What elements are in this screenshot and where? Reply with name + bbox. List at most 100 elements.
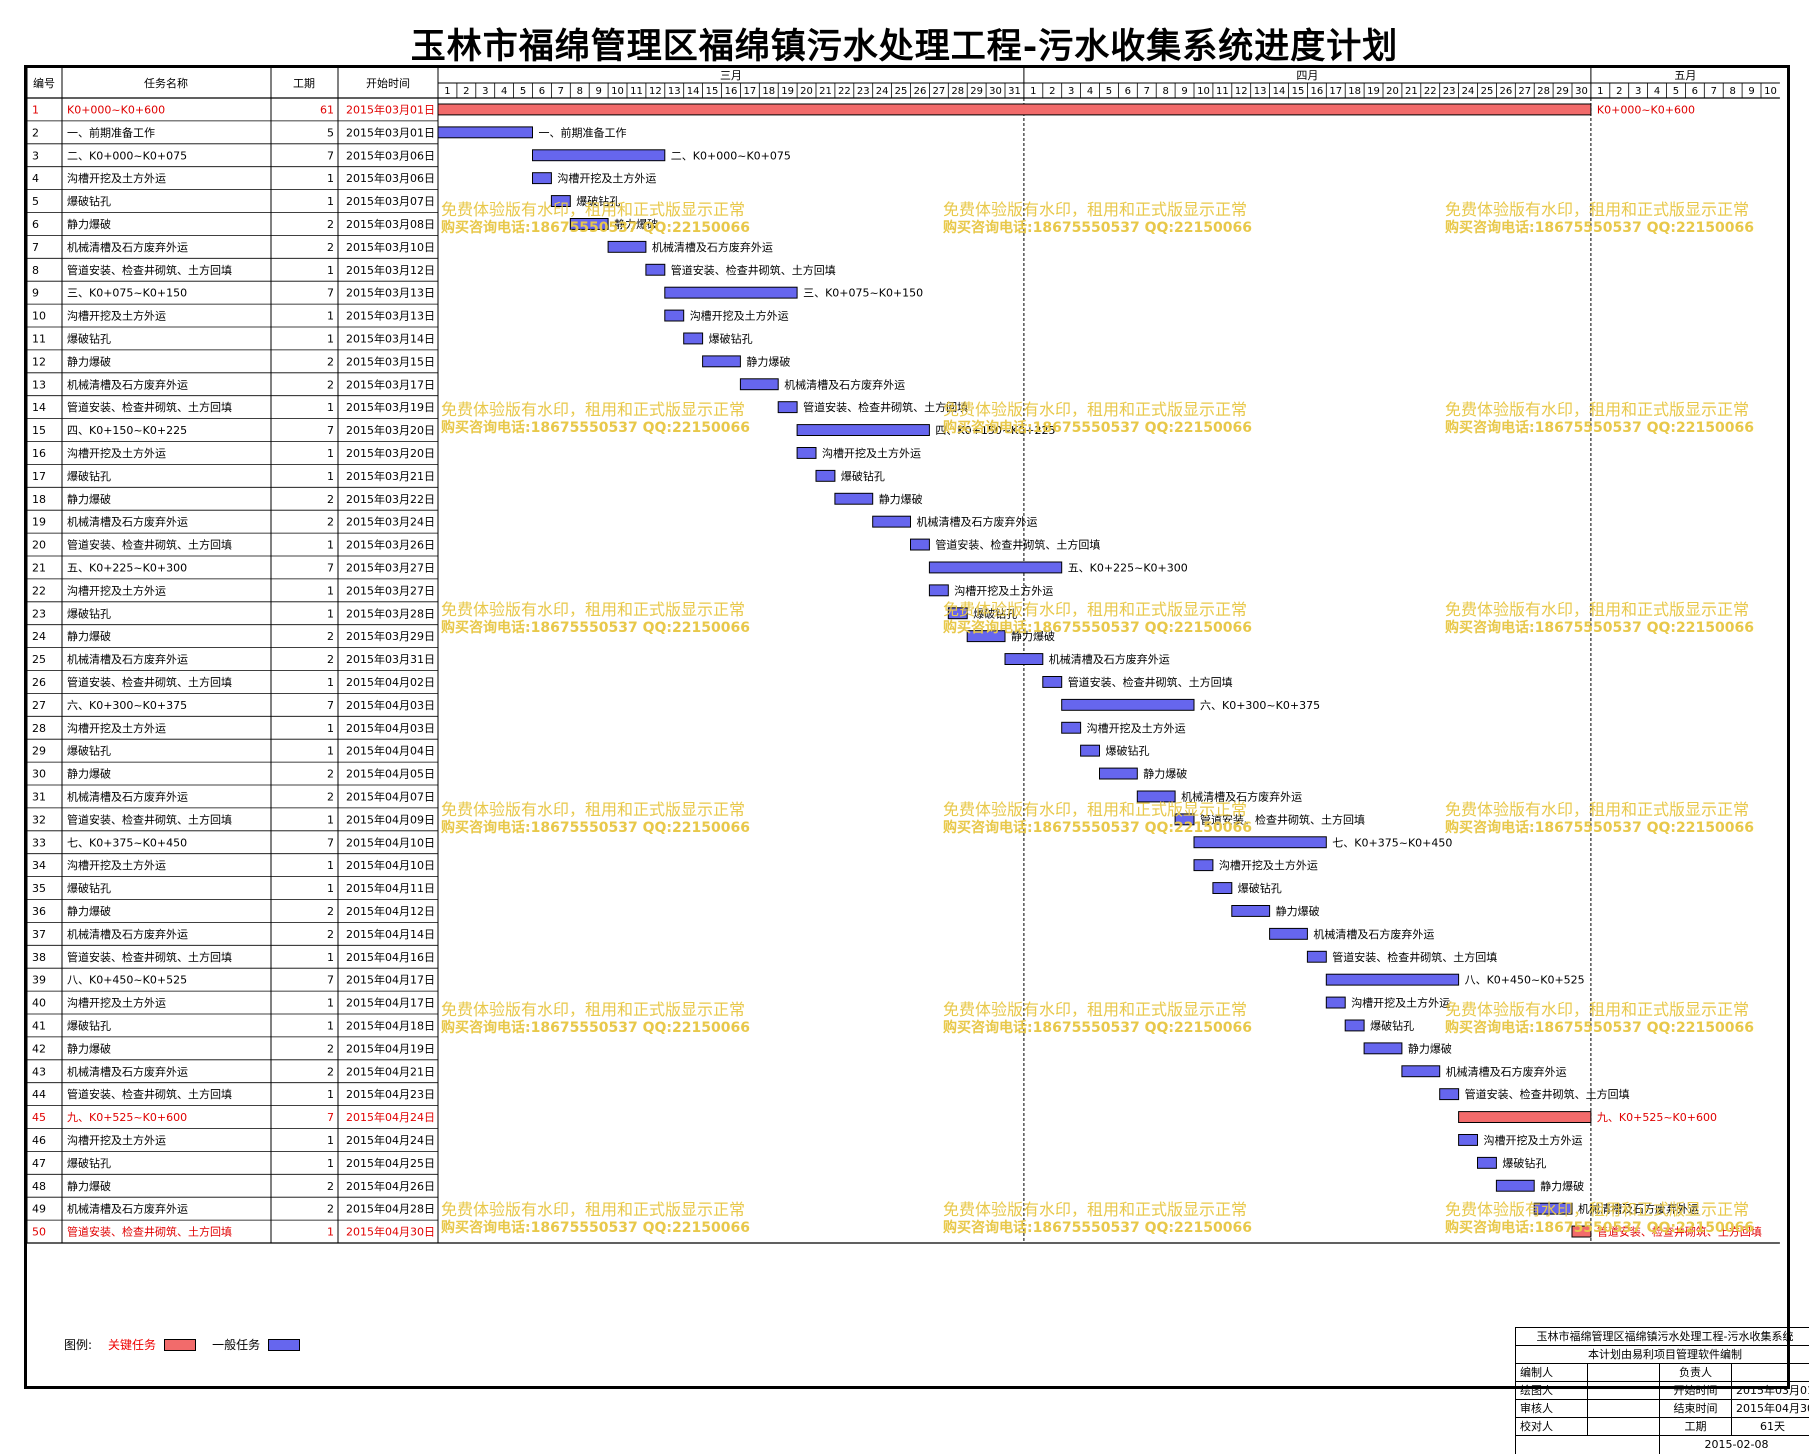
task-bar-label: 沟槽开挖及土方外运 — [954, 583, 1053, 597]
day-tick-label: 10 — [611, 86, 624, 97]
day-tick-label: 4 — [1654, 86, 1660, 97]
task-id: 40 — [32, 997, 46, 1010]
task-duration: 2 — [327, 653, 334, 666]
task-id: 3 — [32, 149, 39, 162]
title-block: 玉林市福绵管理区福绵镇污水处理工程-污水收集系统 本计划由易利项目管理软件编制 … — [1515, 1327, 1809, 1454]
task-bar-label: 爆破钻孔 — [1106, 744, 1150, 758]
task-duration: 2 — [327, 355, 334, 368]
task-id: 10 — [32, 310, 46, 323]
watermark-line1: 免费体验版有水印，租用和正式版显示正常 — [1445, 400, 1749, 419]
task-duration: 1 — [327, 722, 334, 735]
task-start: 2015年03月07日 — [346, 194, 435, 208]
task-start: 2015年03月06日 — [346, 171, 435, 185]
day-tick-label: 27 — [932, 86, 945, 97]
task-start: 2015年03月06日 — [346, 148, 435, 162]
day-tick-label: 4 — [1087, 86, 1093, 97]
task-id: 1 — [32, 103, 39, 116]
task-start: 2015年04月03日 — [346, 721, 435, 735]
task-duration: 1 — [327, 1088, 334, 1101]
day-tick-label: 7 — [558, 86, 564, 97]
task-id: 36 — [32, 905, 46, 918]
task-duration: 1 — [327, 310, 334, 323]
legend-normal-swatch — [268, 1338, 301, 1351]
task-id: 22 — [32, 584, 46, 597]
task-duration: 2 — [327, 1065, 334, 1078]
task-name: 管道安装、检查井砌筑、土方回填 — [67, 538, 232, 552]
task-duration: 2 — [327, 1042, 334, 1055]
task-bar — [664, 309, 685, 322]
day-tick-label: 3 — [1635, 86, 1641, 97]
task-start: 2015年04月10日 — [346, 835, 435, 849]
watermark-line2: 购买咨询电话:18675550537 QQ:22150066 — [1445, 219, 1754, 236]
task-start: 2015年03月27日 — [346, 560, 435, 574]
task-bar-label: 管道安装、检查井砌筑、土方回填 — [1465, 1087, 1630, 1101]
watermark-line2: 购买咨询电话:18675550537 QQ:22150066 — [1445, 819, 1754, 836]
task-bar-label: 沟槽开挖及土方外运 — [1219, 858, 1318, 872]
task-id: 13 — [32, 378, 46, 391]
task-duration: 2 — [327, 1180, 334, 1193]
task-name: 八、K0+450~K0+525 — [67, 974, 187, 987]
day-tick-label: 6 — [1125, 86, 1131, 97]
task-name: 二、K0+000~K0+075 — [67, 149, 187, 162]
task-id: 27 — [32, 699, 46, 712]
watermark-line1: 免费体验版有水印，租用和正式版显示正常 — [943, 1000, 1247, 1019]
task-duration: 1 — [327, 1226, 334, 1239]
watermark-line2: 购买咨询电话:18675550537 QQ:22150066 — [943, 219, 1252, 236]
task-start: 2015年04月26日 — [346, 1179, 435, 1193]
day-tick-label: 9 — [1748, 86, 1754, 97]
task-duration: 2 — [327, 1203, 334, 1216]
task-duration: 2 — [327, 516, 334, 529]
day-tick-label: 5 — [1673, 86, 1679, 97]
task-duration: 2 — [327, 378, 334, 391]
day-tick-label: 11 — [630, 86, 643, 97]
task-id: 38 — [32, 951, 46, 964]
day-tick-label: 10 — [1764, 86, 1777, 97]
day-tick-label: 12 — [649, 86, 662, 97]
day-tick-label: 23 — [857, 86, 870, 97]
day-tick-label: 19 — [781, 86, 794, 97]
task-bar — [1269, 927, 1308, 940]
day-tick-label: 5 — [1106, 86, 1112, 97]
task-start: 2015年03月19日 — [346, 400, 435, 414]
task-id: 25 — [32, 653, 46, 666]
watermark-line1: 免费体验版有水印，租用和正式版显示正常 — [943, 1200, 1247, 1219]
task-id: 32 — [32, 813, 46, 826]
task-bar-label: 静力爆破 — [1540, 1179, 1584, 1193]
task-name: 静力爆破 — [67, 1041, 111, 1055]
watermark-line2: 购买咨询电话:18675550537 QQ:22150066 — [441, 1019, 750, 1036]
task-duration: 7 — [327, 561, 334, 574]
task-start: 2015年03月01日 — [346, 102, 435, 116]
task-id: 30 — [32, 768, 46, 781]
month-label: 四月 — [1296, 69, 1318, 82]
task-bar — [1344, 1019, 1365, 1032]
task-bar-label: 七、K0+375~K0+450 — [1332, 836, 1452, 849]
task-duration: 2 — [327, 790, 334, 803]
day-tick-label: 29 — [970, 86, 983, 97]
day-tick-label: 10 — [1197, 86, 1210, 97]
watermark-line2: 购买咨询电话:18675550537 QQ:22150066 — [943, 619, 1252, 636]
task-bar-label: 沟槽开挖及土方外运 — [822, 446, 921, 460]
task-start: 2015年04月17日 — [346, 996, 435, 1010]
task-duration: 1 — [327, 607, 334, 620]
day-tick-label: 31 — [1008, 86, 1021, 97]
task-bar-label: 爆破钻孔 — [1502, 1156, 1546, 1170]
task-bar — [1193, 836, 1327, 849]
task-name: 管道安装、检查井砌筑、土方回填 — [67, 675, 232, 689]
task-duration: 7 — [327, 836, 334, 849]
legend-critical-swatch — [164, 1338, 197, 1351]
task-bar — [1080, 744, 1100, 757]
task-bar — [437, 103, 1592, 116]
info-date: 2015-02-08 — [1660, 1436, 1809, 1454]
day-tick-label: 18 — [1348, 86, 1361, 97]
task-name: 沟槽开挖及土方外运 — [67, 309, 166, 323]
task-id: 7 — [32, 241, 39, 254]
day-tick-label: 8 — [577, 86, 583, 97]
task-bar — [1325, 973, 1460, 986]
watermark-line1: 免费体验版有水印，租用和正式版显示正常 — [943, 600, 1247, 619]
watermark-line2: 购买咨询电话:18675550537 QQ:22150066 — [943, 419, 1252, 436]
task-bar — [532, 172, 552, 185]
task-duration: 1 — [327, 882, 334, 895]
task-bar — [683, 332, 704, 345]
task-bar-label: 爆破钻孔 — [1370, 1018, 1414, 1032]
task-name: 沟槽开挖及土方外运 — [67, 583, 166, 597]
